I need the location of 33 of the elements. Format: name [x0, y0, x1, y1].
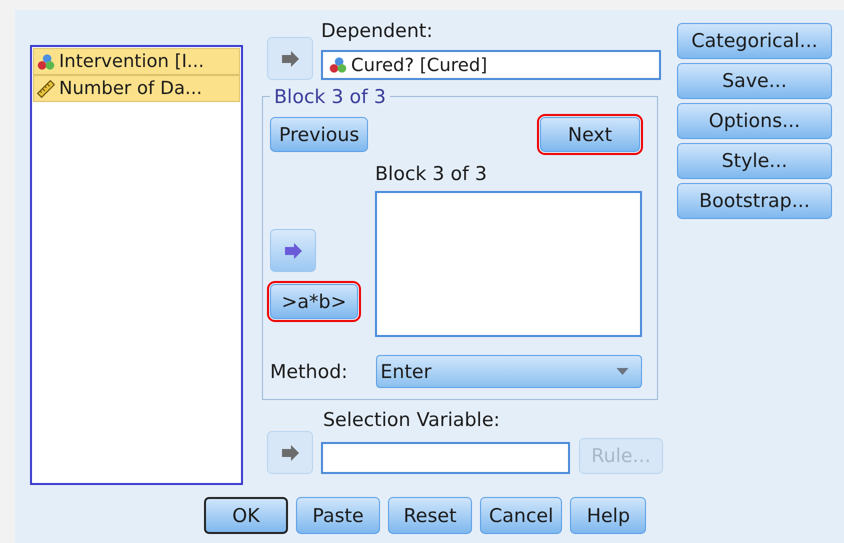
caret-icon	[616, 368, 629, 376]
move-arrow-button[interactable]	[267, 431, 313, 474]
side-button[interactable]: Options...	[677, 103, 832, 139]
side-button[interactable]: Save...	[677, 63, 832, 99]
dialog-button[interactable]: Paste	[296, 497, 380, 534]
interaction-button[interactable]: >a*b>	[270, 284, 358, 319]
arrow-icon	[280, 444, 300, 460]
dialog-button[interactable]: Help	[570, 497, 646, 534]
move-arrow-button[interactable]	[267, 37, 313, 80]
side-button[interactable]: Bootstrap...	[677, 183, 832, 219]
move-arrow-button[interactable]	[270, 229, 316, 272]
side-button[interactable]: Style...	[677, 143, 832, 179]
nominal-icon	[329, 56, 347, 74]
selection-variable-label: Selection Variable:	[323, 409, 501, 431]
arrow-icon	[283, 242, 303, 258]
nominal-icon	[37, 52, 55, 70]
method-dropdown[interactable]: Enter	[376, 355, 642, 388]
variable-item[interactable]: Intervention [I...	[33, 48, 240, 75]
side-button[interactable]: Categorical...	[677, 23, 832, 59]
variable-item[interactable]: Number of Da...	[33, 75, 240, 102]
dialog-button[interactable]: OK	[204, 497, 288, 534]
arrow-icon	[280, 50, 300, 66]
method-label: Method:	[270, 360, 349, 382]
selection-variable-field[interactable]	[321, 442, 570, 474]
dialog-button[interactable]: Reset	[388, 497, 472, 534]
next-button[interactable]: Next	[540, 117, 640, 152]
dependent-label: Dependent:	[321, 20, 434, 42]
variable-list[interactable]: Intervention [I... Number of Da...	[30, 45, 243, 485]
block-list-label: Block 3 of 3	[375, 163, 488, 185]
previous-button[interactable]: Previous	[270, 117, 368, 152]
dialog-button[interactable]: Cancel	[480, 497, 562, 534]
block-variable-list[interactable]	[375, 191, 642, 337]
dependent-field[interactable]: Cured? [Cured]	[321, 50, 661, 80]
